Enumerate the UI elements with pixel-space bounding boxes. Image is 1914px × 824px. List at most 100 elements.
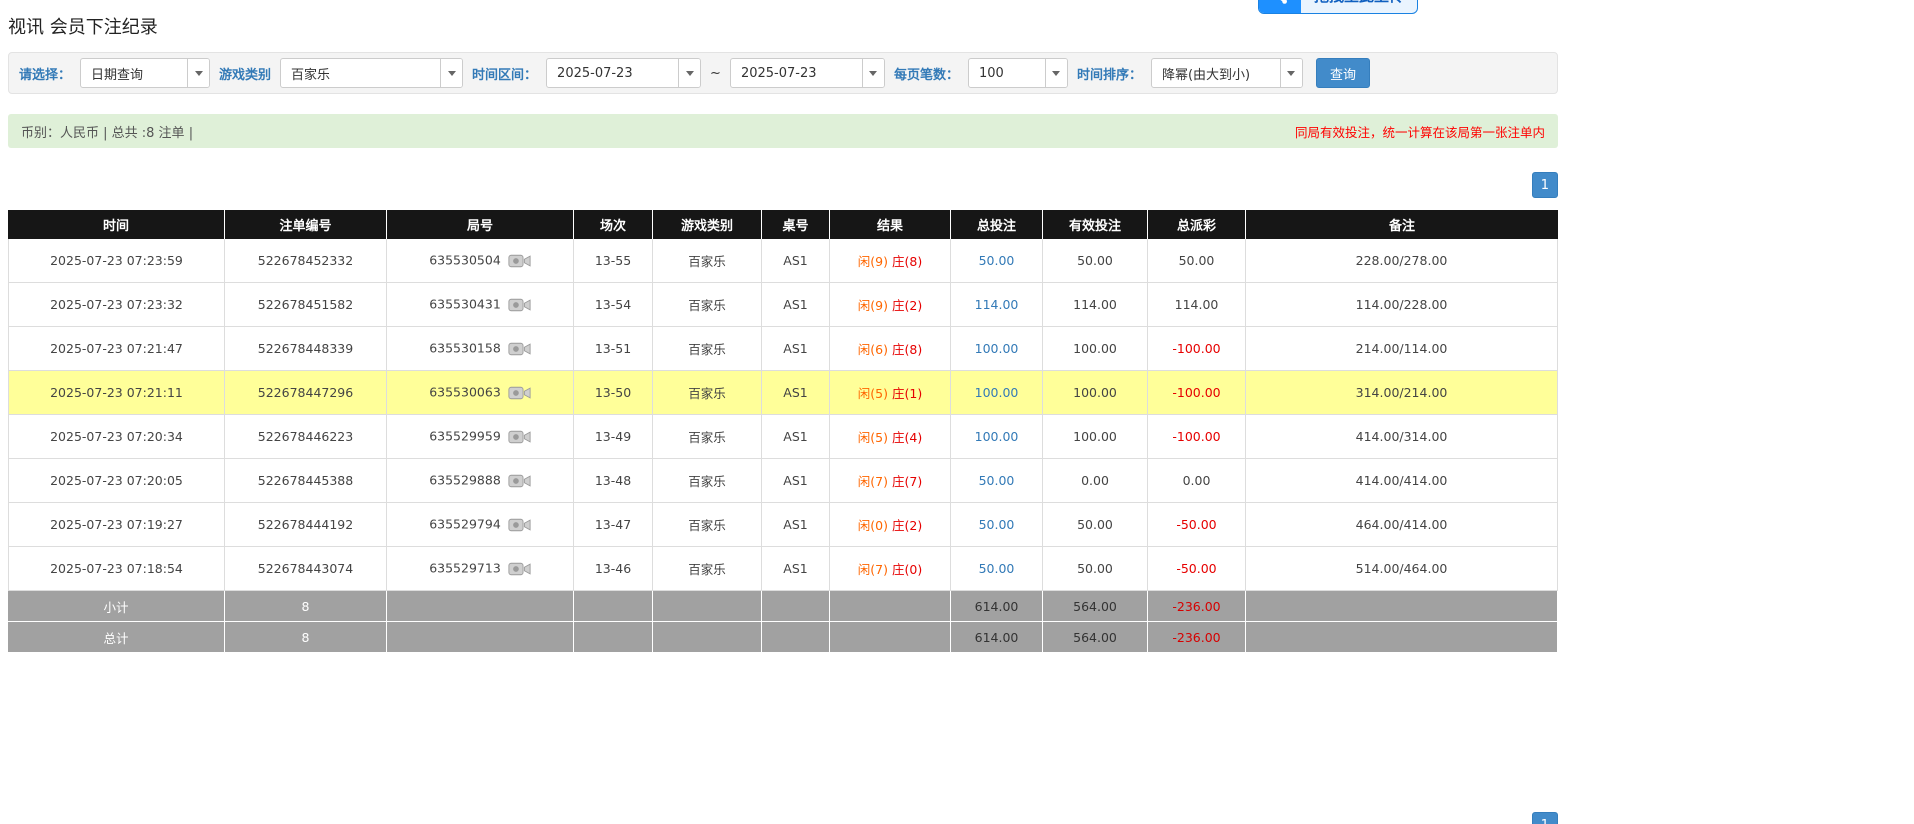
footer-empty (830, 622, 951, 653)
video-replay-icon[interactable] (508, 340, 531, 358)
cell-total-bet: 100.00 (951, 415, 1043, 459)
date-to-picker[interactable]: 2025-07-23 (730, 58, 885, 88)
sort-label: 时间排序： (1077, 64, 1142, 83)
cell-round: 635529794 (387, 503, 574, 547)
game-type-select[interactable]: 百家乐 (280, 58, 463, 88)
footer-empty (387, 591, 574, 622)
cell-remark: 314.00/214.00 (1246, 371, 1558, 415)
cell-time: 2025-07-23 07:23:59 (8, 239, 225, 283)
total-bet-link[interactable]: 50.00 (979, 473, 1015, 488)
table-row[interactable]: 2025-07-23 07:21:11522678447296635530063… (8, 371, 1558, 415)
cell-bet-id: 522678451582 (225, 283, 387, 327)
table-row[interactable]: 2025-07-23 07:20:34522678446223635529959… (8, 415, 1558, 459)
share-nodes-icon (1259, 0, 1301, 13)
cell-bet-id: 522678447296 (225, 371, 387, 415)
table-row[interactable]: 2025-07-23 07:20:05522678445388635529888… (8, 459, 1558, 503)
footer-payout: -236.00 (1148, 591, 1246, 622)
cell-total-bet: 100.00 (951, 371, 1043, 415)
page-size-select[interactable]: 100 (968, 58, 1068, 88)
date-from-picker[interactable]: 2025-07-23 (546, 58, 701, 88)
table-row[interactable]: 2025-07-23 07:23:32522678451582 635530431… (8, 283, 1558, 327)
upload-dropzone[interactable]: 拖拽至此上传 (1258, 0, 1418, 14)
cell-session: 13-51 (574, 327, 653, 371)
round-id: 635530431 (429, 296, 501, 311)
cell-total-bet: 50.00 (951, 503, 1043, 547)
footer-empty (1246, 622, 1558, 653)
cell-session: 13-49 (574, 415, 653, 459)
chevron-down-icon[interactable] (1280, 59, 1302, 87)
result-player: 闲(7) (858, 562, 888, 577)
video-replay-icon[interactable] (508, 296, 531, 314)
table-row[interactable]: 2025-07-23 07:23:59522678452332635530504… (8, 239, 1558, 283)
total-bet-link[interactable]: 50.00 (979, 517, 1015, 532)
video-replay-icon[interactable] (508, 560, 531, 578)
video-replay-icon[interactable] (508, 516, 531, 534)
table-row[interactable]: 2025-07-23 07:18:54522678443074635529713… (8, 547, 1558, 591)
cell-game-type: 百家乐 (653, 503, 762, 547)
pagination-top: 1 (8, 172, 1558, 198)
total-bet-link[interactable]: 114.00 (975, 297, 1019, 312)
cell-result: 闲(9) 庄(2) (830, 283, 951, 327)
video-replay-icon[interactable] (508, 252, 531, 270)
query-type-select[interactable]: 日期查询 (80, 58, 210, 88)
column-header-10: 备注 (1246, 210, 1558, 239)
footer-empty (574, 622, 653, 653)
page-button-1[interactable]: 1 (1532, 812, 1558, 824)
cell-table-id: AS1 (762, 327, 830, 371)
column-header-5: 桌号 (762, 210, 830, 239)
sort-select[interactable]: 降幂(由大到小) (1151, 58, 1303, 88)
chevron-down-icon[interactable] (862, 59, 884, 87)
cell-time: 2025-07-23 07:20:34 (8, 415, 225, 459)
footer-label: 小计 (8, 591, 225, 622)
cell-time: 2025-07-23 07:23:32 (8, 283, 225, 327)
total-bet-link[interactable]: 50.00 (979, 253, 1015, 268)
column-header-2: 局号 (387, 210, 574, 239)
video-replay-icon[interactable] (508, 428, 531, 446)
cell-remark: 228.00/278.00 (1246, 239, 1558, 283)
cell-total-bet: 100.00 (951, 327, 1043, 371)
cell-total-bet: 50.00 (951, 547, 1043, 591)
chevron-down-icon[interactable] (187, 59, 209, 87)
cell-remark: 464.00/414.00 (1246, 503, 1558, 547)
cell-table-id: AS1 (762, 283, 830, 327)
round-id: 635529794 (429, 516, 501, 531)
total-bet-link[interactable]: 100.00 (975, 341, 1019, 356)
time-range-label: 时间区间： (472, 64, 537, 83)
cell-result: 闲(0) 庄(2) (830, 503, 951, 547)
video-replay-icon[interactable] (508, 472, 531, 490)
footer-payout: -236.00 (1148, 622, 1246, 653)
chevron-down-icon[interactable] (678, 59, 700, 87)
page-button-1[interactable]: 1 (1532, 172, 1558, 198)
footer-empty (653, 622, 762, 653)
cell-remark: 114.00/228.00 (1246, 283, 1558, 327)
cell-game-type: 百家乐 (653, 547, 762, 591)
round-id: 635529888 (429, 472, 501, 487)
cell-valid-bet: 100.00 (1043, 327, 1148, 371)
total-bet-link[interactable]: 100.00 (975, 385, 1019, 400)
pagination-bottom: 1 (8, 812, 1558, 824)
cell-payout: 114.00 (1148, 283, 1246, 327)
footer-count: 8 (225, 622, 387, 653)
column-header-6: 结果 (830, 210, 951, 239)
cell-result: 闲(7) 庄(7) (830, 459, 951, 503)
chevron-down-icon[interactable] (1045, 59, 1067, 87)
range-separator: ~ (710, 66, 721, 81)
game-type-label: 游戏类别 (219, 64, 271, 83)
cell-payout: -100.00 (1148, 415, 1246, 459)
result-player: 闲(9) (858, 298, 888, 313)
table-row[interactable]: 2025-07-23 07:21:47522678448339635530158… (8, 327, 1558, 371)
chevron-down-icon[interactable] (440, 59, 462, 87)
footer-empty (762, 622, 830, 653)
footer-valid-bet: 564.00 (1043, 591, 1148, 622)
cell-round: 635530431 (387, 283, 574, 327)
round-id: 635529713 (429, 560, 501, 575)
total-bet-link[interactable]: 100.00 (975, 429, 1019, 444)
footer-label: 总计 (8, 622, 225, 653)
table-row[interactable]: 2025-07-23 07:19:27522678444192635529794… (8, 503, 1558, 547)
cell-valid-bet: 100.00 (1043, 415, 1148, 459)
search-button[interactable]: 查询 (1316, 58, 1370, 88)
video-replay-icon[interactable] (508, 384, 531, 402)
cell-session: 13-47 (574, 503, 653, 547)
total-bet-link[interactable]: 50.00 (979, 561, 1015, 576)
result-player: 闲(5) (858, 430, 888, 445)
